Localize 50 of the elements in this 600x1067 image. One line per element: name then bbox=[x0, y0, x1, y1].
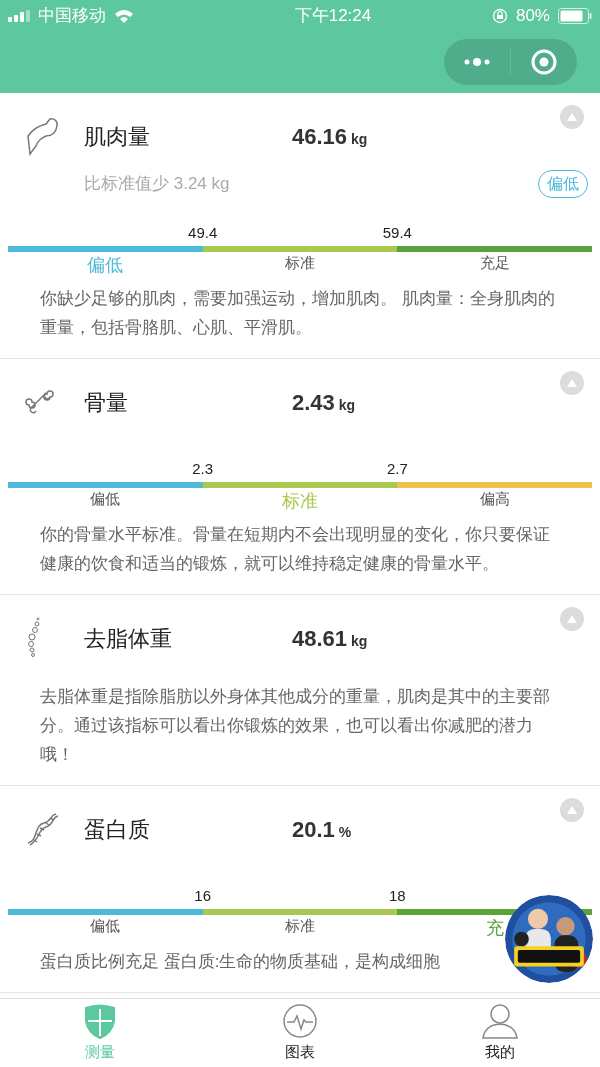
metric-value: 20.1 % bbox=[292, 815, 353, 844]
threshold-value: 2.3 bbox=[192, 459, 214, 479]
collapse-button[interactable] bbox=[560, 371, 584, 395]
tab-item[interactable]: 我的 bbox=[400, 999, 600, 1067]
difference-note: 比标准值少 3.24 kg bbox=[84, 173, 230, 196]
range-label: 标准 bbox=[285, 253, 315, 273]
battery-icon bbox=[558, 8, 592, 24]
threshold-value: 18 bbox=[389, 886, 406, 906]
range-label: 标准 bbox=[285, 916, 315, 936]
metric-description: 去脂体重是指除脂肪以外身体其他成分的重量，肌肉是其中的主要部分。通过该指标可以看出你锻炼的效果，也可以看出你减肥的潜力哦！ bbox=[39, 686, 551, 766]
threshold-value: 59.4 bbox=[382, 223, 412, 243]
range-label: 充足 bbox=[479, 253, 510, 273]
metric-description: 你的骨量水平标准。骨量在短期内不会出现明显的变化，你只要保证健康的饮食和适当的锻炼，就可以维持稳定健康的骨量水平。 bbox=[39, 524, 551, 575]
up-triangle-icon bbox=[566, 614, 578, 624]
range-label: 偏低 bbox=[90, 916, 121, 936]
metric-title: 肌肉量 bbox=[84, 122, 151, 151]
metric-title: 骨量 bbox=[84, 388, 129, 417]
up-triangle-icon bbox=[566, 805, 578, 815]
range-label: 充 bbox=[485, 917, 504, 940]
more-icon[interactable] bbox=[464, 57, 490, 66]
rotation-lock-icon bbox=[491, 8, 508, 24]
metric-value: 2.43 kg bbox=[292, 388, 357, 417]
person-icon bbox=[481, 1002, 519, 1039]
wifi-icon bbox=[114, 9, 134, 23]
collapse-button[interactable] bbox=[560, 607, 584, 631]
up-triangle-icon bbox=[566, 112, 578, 122]
metric-value: 46.16 kg bbox=[292, 122, 369, 151]
pulse-icon bbox=[282, 1002, 318, 1039]
metric-description: 蛋白质比例充足 蛋白质:生命的物质基础，是构成细胞 bbox=[39, 951, 442, 973]
battery-percent: 80% bbox=[515, 5, 550, 28]
threshold-value: 49.4 bbox=[188, 223, 218, 243]
collapse-button[interactable] bbox=[560, 798, 584, 822]
threshold-value: 16 bbox=[194, 886, 211, 906]
shield-icon bbox=[82, 1002, 118, 1039]
up-triangle-icon bbox=[566, 378, 578, 388]
close-target-icon[interactable] bbox=[531, 48, 557, 75]
range-label: 偏高 bbox=[479, 489, 510, 509]
range-label: 标准 bbox=[282, 490, 318, 513]
carrier-name: 中国移动 bbox=[38, 5, 106, 28]
range-label: 偏低 bbox=[90, 489, 121, 509]
metric-value: 48.61 kg bbox=[292, 624, 369, 653]
metric-title: 去脂体重 bbox=[84, 624, 173, 653]
collapse-button[interactable] bbox=[560, 105, 584, 129]
range-label: 偏低 bbox=[87, 254, 124, 277]
threshold-value: 2.7 bbox=[386, 459, 408, 479]
clock-time: 下午12:24 bbox=[294, 5, 372, 28]
metric-title: 蛋白质 bbox=[84, 815, 151, 844]
metric-description: 你缺少足够的肌肉，需要加强运动，增加肌肉。 肌肉量：全身肌肉的重量，包括骨胳肌、心肌、平滑肌。 bbox=[39, 288, 556, 339]
signal-icon bbox=[8, 10, 30, 22]
tab-item[interactable]: 图表 bbox=[200, 999, 400, 1067]
